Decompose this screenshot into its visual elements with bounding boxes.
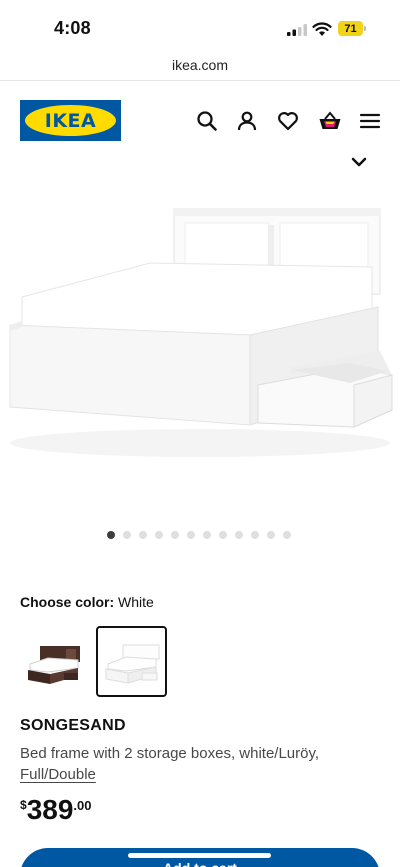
site-header: IKEA [0,96,400,146]
carousel-dot[interactable] [283,531,291,539]
basket-icon[interactable] [318,110,342,132]
price-main: 389 [26,794,74,825]
product-description: Bed frame with 2 storage boxes, white/Lu… [20,745,320,762]
heart-icon[interactable] [277,110,299,132]
carousel-dot[interactable] [123,531,131,539]
ikea-logo[interactable]: IKEA [20,100,121,141]
status-bar: 4:08 71 [0,0,400,52]
chevron-down-icon[interactable] [350,156,368,168]
carousel-dot[interactable] [235,531,243,539]
home-indicator[interactable] [128,853,271,858]
menu-icon[interactable] [359,110,381,132]
carousel-dot[interactable] [251,531,259,539]
status-time: 4:08 [54,18,91,38]
battery-icon: 71 [338,21,366,37]
price-cents: .00 [73,798,92,813]
product-price: $389.00 [20,794,91,826]
carousel-dot[interactable] [267,531,275,539]
color-label-title: Choose color: [20,594,115,610]
product-image[interactable] [0,195,400,480]
cellular-signal-icon [287,24,307,36]
divider [0,80,400,81]
logo-text: IKEA [44,109,97,132]
price-currency: $ [20,798,27,812]
color-swatch-white[interactable] [96,626,167,697]
address-bar[interactable]: ikea.com [0,57,400,73]
product-name: SONGESAND [20,717,126,734]
color-value: White [118,594,154,610]
carousel-dot[interactable] [155,531,163,539]
profile-icon[interactable] [236,110,258,132]
color-swatch-brown[interactable] [20,628,88,696]
wifi-icon [312,22,332,36]
image-carousel-dots [107,531,291,539]
carousel-dot[interactable] [203,531,211,539]
carousel-dot[interactable] [219,531,227,539]
color-label: Choose color: White [20,594,154,610]
carousel-dot[interactable] [107,531,115,539]
carousel-dot[interactable] [171,531,179,539]
product-size-link[interactable]: Full/Double [20,766,96,783]
carousel-dot[interactable] [187,531,195,539]
battery-level: 71 [338,21,363,36]
search-icon[interactable] [196,110,218,132]
carousel-dot[interactable] [139,531,147,539]
